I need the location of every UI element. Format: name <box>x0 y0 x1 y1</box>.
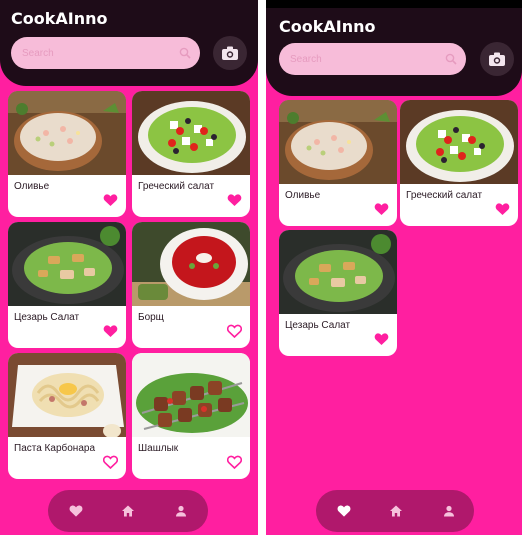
recipe-name: Шашлык <box>138 443 179 454</box>
favorite-heart-filled-icon[interactable] <box>103 193 118 207</box>
favorite-heart-outline-icon[interactable] <box>227 455 242 469</box>
olivier-salad-photo <box>8 91 126 175</box>
caesar-salad-photo <box>279 230 397 314</box>
caesar-salad-photo <box>8 222 126 306</box>
recipe-name: Греческий салат <box>406 190 483 201</box>
recipe-card[interactable]: Оливье <box>279 100 397 226</box>
nav-favorites-heart-icon[interactable] <box>69 504 83 518</box>
nav-profile-person-icon[interactable] <box>442 504 456 518</box>
nav-home-icon[interactable] <box>389 504 403 518</box>
camera-icon <box>489 52 505 66</box>
recipe-card[interactable]: Паста Карбонара <box>8 353 126 479</box>
search-bar[interactable] <box>11 37 200 69</box>
nav-favorites-heart-icon[interactable] <box>337 504 351 518</box>
favorite-heart-filled-icon[interactable] <box>103 324 118 338</box>
home-screen: CookAInno Оливье Греческий салат Цезарь Са… <box>0 0 258 535</box>
recipe-card[interactable]: Цезарь Салат <box>279 230 397 356</box>
nav-profile-person-icon[interactable] <box>174 504 188 518</box>
favorite-heart-filled-icon[interactable] <box>495 202 510 216</box>
favorite-heart-filled-icon[interactable] <box>374 202 389 216</box>
search-input[interactable] <box>290 43 440 75</box>
camera-icon <box>222 46 238 60</box>
app-title: CookAInno <box>279 17 376 36</box>
camera-button[interactable] <box>213 36 247 70</box>
shashlik-photo <box>132 353 250 437</box>
favorite-heart-outline-icon[interactable] <box>103 455 118 469</box>
bottom-nav <box>316 490 474 532</box>
recipe-name: Цезарь Салат <box>285 320 351 331</box>
greek-salad-photo <box>400 100 518 184</box>
app-header: CookAInno <box>0 0 258 86</box>
recipe-name: Оливье <box>285 190 321 201</box>
recipe-name: Борщ <box>138 312 164 323</box>
recipe-card[interactable]: Цезарь Салат <box>8 222 126 348</box>
favorites-screen: CookAInno Оливье Греческий салат Цезарь Са… <box>266 0 522 535</box>
recipe-name: Цезарь Салат <box>14 312 80 323</box>
recipe-card[interactable]: Оливье <box>8 91 126 217</box>
camera-button[interactable] <box>480 42 514 76</box>
recipe-card[interactable]: Шашлык <box>132 353 250 479</box>
app-header: CookAInno <box>266 0 522 96</box>
favorite-heart-filled-icon[interactable] <box>227 193 242 207</box>
pasta-carbonara-photo <box>8 353 126 437</box>
recipe-name: Оливье <box>14 181 50 192</box>
search-icon[interactable] <box>179 47 191 59</box>
recipe-card[interactable]: Греческий салат <box>400 100 518 226</box>
favorite-heart-outline-icon[interactable] <box>227 324 242 338</box>
favorite-heart-filled-icon[interactable] <box>374 332 389 346</box>
olivier-salad-photo <box>279 100 397 184</box>
borscht-photo <box>132 222 250 306</box>
recipe-name: Паста Карбонара <box>14 443 96 454</box>
nav-home-icon[interactable] <box>121 504 135 518</box>
recipe-card[interactable]: Борщ <box>132 222 250 348</box>
greek-salad-photo <box>132 91 250 175</box>
search-icon[interactable] <box>445 53 457 65</box>
recipe-name: Греческий салат <box>138 181 215 192</box>
search-bar[interactable] <box>279 43 466 75</box>
recipe-card[interactable]: Греческий салат <box>132 91 250 217</box>
bottom-nav <box>48 490 208 532</box>
search-input[interactable] <box>22 37 172 69</box>
app-title: CookAInno <box>11 9 108 28</box>
